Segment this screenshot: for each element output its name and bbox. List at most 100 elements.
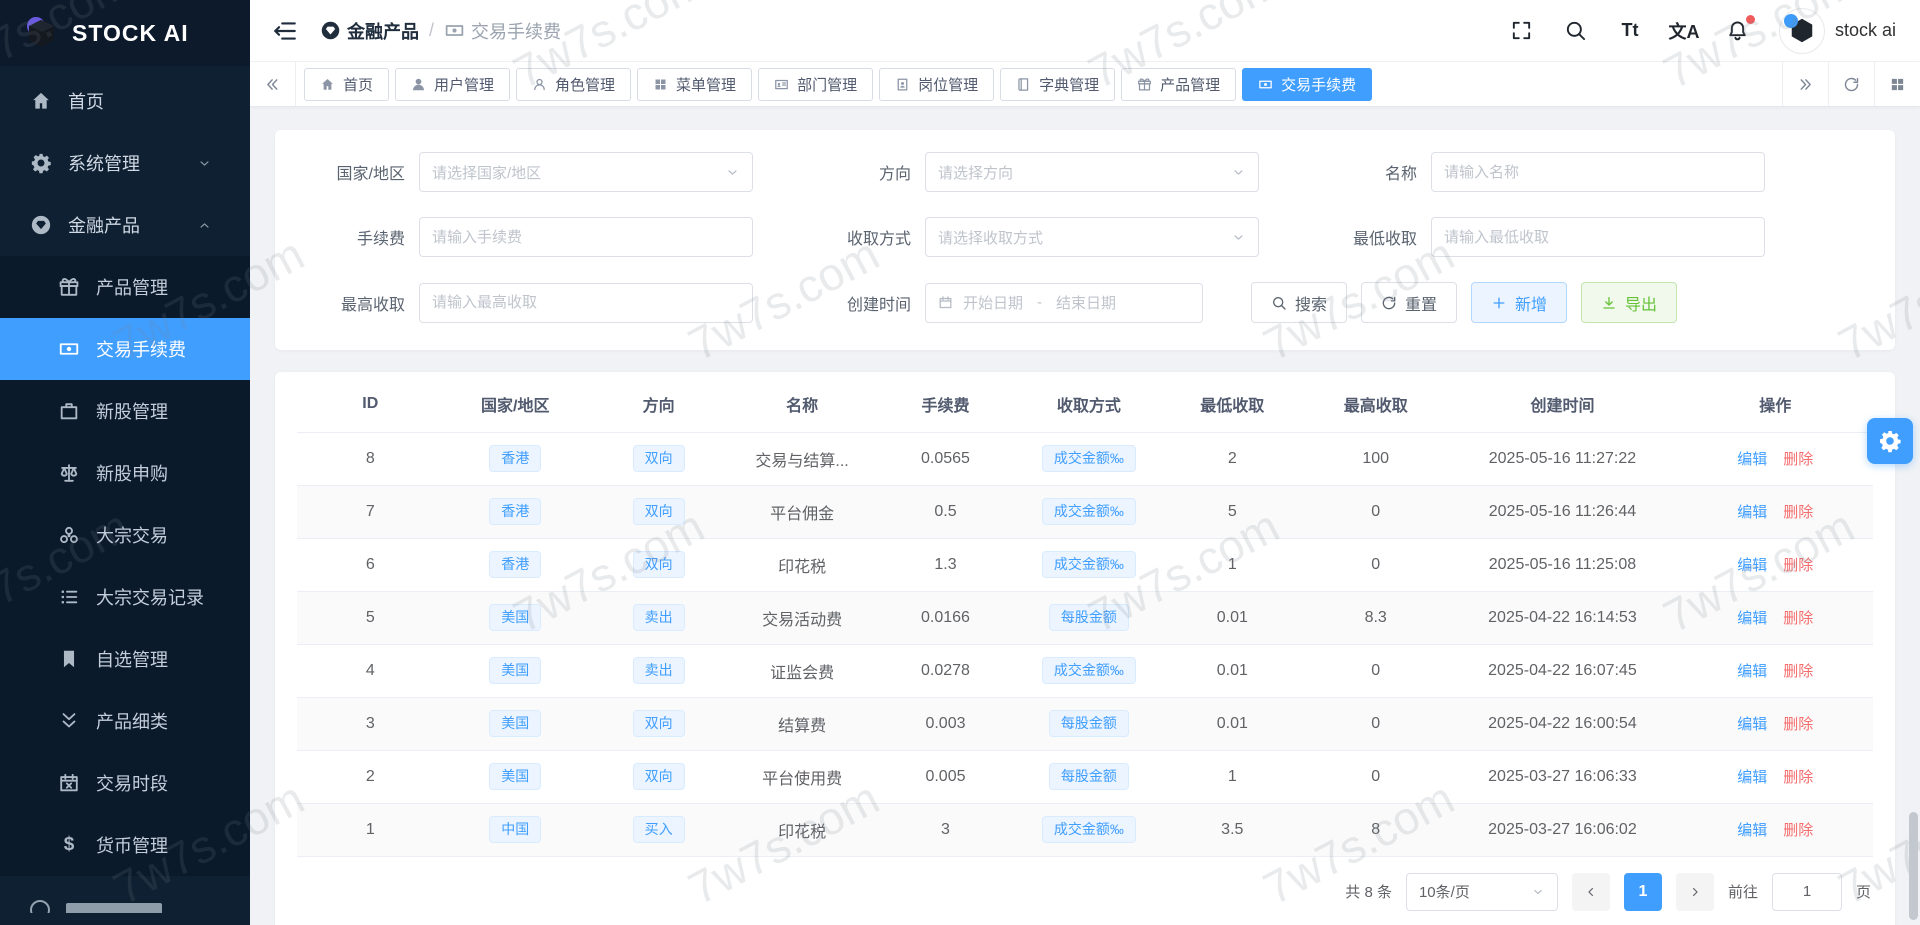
goto-page-input[interactable] (1771, 872, 1842, 911)
delete-link[interactable]: 删除 (1783, 557, 1813, 574)
cell-actions: 编辑 删除 (1677, 591, 1873, 645)
sidebar-item-label: 交易手续费 (96, 340, 186, 360)
input-最低收取 (1431, 217, 1765, 257)
filter-card: 国家/地区 请选择国家/地区 方向 请选择方向 名称手续费 收取方式 请选择收取方式 最低收取… (275, 130, 1895, 350)
delete-link[interactable]: 删除 (1783, 663, 1813, 680)
sidebar-item-新股申购[interactable]: 新股申购 (0, 442, 250, 504)
breadcrumb: 金融产品 / 交易手续费 (320, 18, 561, 44)
vertical-scrollbar-thumb[interactable] (1909, 812, 1918, 920)
sidebar-item-自选管理[interactable]: 自选管理 (0, 628, 250, 690)
sidebar-collapse-icon[interactable] (272, 18, 298, 44)
tab-字典管理[interactable]: 字典管理 (1000, 67, 1116, 101)
edit-link[interactable]: 编辑 (1737, 663, 1767, 680)
edit-link[interactable]: 编辑 (1737, 557, 1767, 574)
region-badge: 香港 (489, 497, 542, 526)
sidebar-item-交易手续费[interactable]: 交易手续费 (0, 318, 250, 380)
breadcrumb-item-parent[interactable]: 金融产品 (320, 18, 419, 44)
filter-row: 国家/地区 请选择国家/地区 方向 请选择方向 名称 (293, 152, 1877, 192)
select-收取方式[interactable]: 请选择收取方式 (925, 217, 1259, 257)
method-badge: 每股金额 (1048, 762, 1129, 791)
sidebar-item-大宗交易[interactable]: 大宗交易 (0, 504, 250, 566)
input-field-名称[interactable] (1444, 163, 1752, 181)
select-国家/地区[interactable]: 请选择国家/地区 (419, 152, 753, 192)
sidebar-item-系统管理[interactable]: 系统管理 (0, 132, 250, 194)
banknote-icon (1258, 77, 1273, 92)
dollar-icon: $ (63, 834, 75, 855)
font-size-icon[interactable]: Tt (1617, 18, 1643, 44)
cell-max: 0 (1304, 485, 1448, 539)
edit-link[interactable]: 编辑 (1737, 504, 1767, 521)
delete-link[interactable]: 删除 (1783, 610, 1813, 627)
select-方向[interactable]: 请选择方向 (925, 152, 1259, 192)
page-1-button[interactable]: 1 (1623, 872, 1662, 911)
sidebar-item-首页[interactable]: 首页 (0, 70, 250, 132)
filter-row: 手续费 收取方式 请选择收取方式 最低收取 (293, 217, 1877, 257)
daterange-创建时间[interactable]: 开始日期 - 结束日期 (925, 282, 1203, 323)
pagination: 共 8 条 10条/页 1 前往 页 (297, 857, 1873, 921)
method-badge: 每股金额 (1048, 709, 1129, 738)
fullscreen-icon[interactable] (1509, 18, 1535, 44)
sidebar-item-产品管理[interactable]: 产品管理 (0, 256, 250, 318)
page-size-select[interactable]: 10条/页 (1405, 872, 1558, 911)
edit-link[interactable]: 编辑 (1737, 769, 1767, 786)
region-badge: 中国 (489, 815, 542, 844)
input-field-最低收取[interactable] (1444, 228, 1752, 246)
delete-link[interactable]: 删除 (1783, 451, 1813, 468)
cell-fee: 0.003 (873, 697, 1018, 751)
cell-max: 0 (1304, 538, 1448, 592)
table-row: 7 香港 双向 平台佣金 0.5 成交金额‰ 5 0 2025-05-16 11:26:44 编辑… (297, 485, 1873, 539)
delete-link[interactable]: 删除 (1783, 822, 1813, 839)
delete-link[interactable]: 删除 (1783, 716, 1813, 733)
input-field-最高收取[interactable] (432, 294, 740, 311)
tab-菜单管理[interactable]: 菜单管理 (637, 67, 753, 101)
tab-交易手续费[interactable]: 交易手续费 (1242, 67, 1373, 101)
sidebar-item-大宗交易记录[interactable]: 大宗交易记录 (0, 566, 250, 628)
partial-item-label (66, 903, 162, 913)
input-手续费 (419, 217, 753, 257)
layout-grid-button[interactable] (1874, 62, 1920, 106)
tabs-scroll-left-button[interactable] (250, 62, 296, 106)
tab-产品管理[interactable]: 产品管理 (1121, 67, 1237, 101)
edit-link[interactable]: 编辑 (1737, 610, 1767, 627)
next-page-button[interactable] (1675, 872, 1714, 911)
sidebar-item-货币管理[interactable]: $ 货币管理 (0, 814, 250, 876)
tab-首页[interactable]: 首页 (304, 67, 390, 101)
tab-label: 部门管理 (797, 76, 858, 94)
tabs-scroll-right-button[interactable] (1782, 62, 1828, 106)
导出-button[interactable]: 导出 (1581, 282, 1678, 323)
sidebar-item-产品细类[interactable]: 产品细类 (0, 690, 250, 752)
search-icon[interactable] (1563, 18, 1589, 44)
tab-岗位管理[interactable]: 岗位管理 (879, 67, 995, 101)
translate-icon[interactable]: 文A (1668, 18, 1699, 44)
refresh-page-button[interactable] (1828, 62, 1874, 106)
settings-gear-button[interactable] (1867, 418, 1913, 464)
daterange-end-placeholder: 结束日期 (1056, 295, 1117, 312)
direction-badge: 买入 (632, 815, 685, 844)
input-field-手续费[interactable] (432, 228, 740, 246)
bell-icon[interactable] (1725, 14, 1755, 44)
sidebar-item-交易时段[interactable]: 交易时段 (0, 752, 250, 814)
chevron-down-icon (1231, 230, 1246, 245)
delete-link[interactable]: 删除 (1783, 504, 1813, 521)
bookmark-icon (58, 648, 80, 670)
tab-label: 岗位管理 (918, 76, 979, 94)
tab-角色管理[interactable]: 角色管理 (516, 67, 632, 101)
main-column: 金融产品 / 交易手续费 Tt 文A stock ai 首页 用户管理 角色管理… (250, 0, 1920, 925)
tab-部门管理[interactable]: 部门管理 (758, 67, 874, 101)
tab-用户管理[interactable]: 用户管理 (395, 67, 511, 101)
cell-region: 美国 (443, 591, 587, 645)
sidebar-item-金融产品[interactable]: 金融产品 (0, 194, 250, 256)
edit-link[interactable]: 编辑 (1737, 716, 1767, 733)
username[interactable]: stock ai (1835, 20, 1896, 41)
cell-min: 5 (1160, 485, 1304, 539)
delete-link[interactable]: 删除 (1783, 769, 1813, 786)
重置-button[interactable]: 重置 (1361, 282, 1458, 323)
avatar[interactable] (1778, 7, 1825, 54)
edit-link[interactable]: 编辑 (1737, 822, 1767, 839)
新增-button[interactable]: 新增 (1471, 282, 1568, 323)
搜索-button[interactable]: 搜索 (1251, 282, 1348, 323)
prev-page-button[interactable] (1571, 872, 1610, 911)
edit-link[interactable]: 编辑 (1737, 451, 1767, 468)
sidebar-item-新股管理[interactable]: 新股管理 (0, 380, 250, 442)
sidebar-item-partial[interactable] (0, 876, 250, 913)
